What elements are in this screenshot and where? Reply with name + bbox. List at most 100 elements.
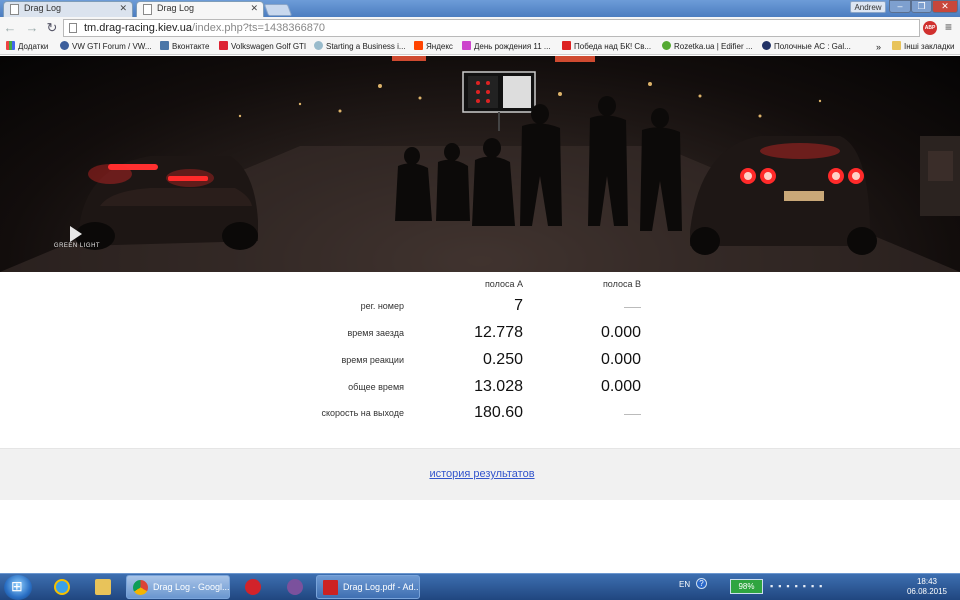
tab-title: Drag Log <box>157 3 195 13</box>
adblock-icon[interactable]: ABP <box>923 21 937 35</box>
site-icon <box>762 41 771 50</box>
row-label-run-time: время заезда <box>347 328 404 338</box>
close-window-button[interactable]: ✕ <box>932 0 958 13</box>
bookmark-label: День рождения 11 ... <box>474 42 551 51</box>
tab-drag-log-1[interactable]: Drag Log ✕ <box>3 1 133 17</box>
bookmark-item[interactable]: Победа над БК! Св... <box>562 41 651 53</box>
lane-b-total-time: 0.000 <box>600 378 641 395</box>
lane-b-exit-speed-empty <box>624 414 641 415</box>
tab-title: Drag Log <box>24 3 62 13</box>
browser-titlebar: Drag Log ✕ Drag Log ✕ Andrew – ❐ ✕ <box>0 0 960 17</box>
results-table: полоса А полоса В рег. номер 7 время зае… <box>0 272 960 448</box>
bookmark-item[interactable]: Rozetka.ua | Edifier ... <box>662 41 753 53</box>
url-path: /index.php?ts=1438366870 <box>192 22 326 34</box>
bookmark-label: Volkswagen Golf GTI <box>231 42 307 51</box>
lane-b-reg-number-empty <box>624 307 641 308</box>
folder-icon <box>892 41 901 50</box>
taskbar-task-chrome[interactable]: Drag Log - Googl... <box>126 575 230 599</box>
header-banner-photo <box>0 56 960 272</box>
bookmark-item[interactable]: Starting a Business i... <box>314 41 406 53</box>
task-title: Drag Log - Googl... <box>153 582 230 592</box>
minimize-button[interactable]: – <box>889 0 911 13</box>
bookmark-label: Інші закладки <box>904 42 955 51</box>
close-icon[interactable]: ✕ <box>119 3 127 14</box>
battery-indicator[interactable]: 98% <box>730 579 763 594</box>
forward-arrow-icon[interactable]: → <box>24 20 40 36</box>
green-light-logo: GREEN LIGHT <box>53 243 101 249</box>
task-title: Drag Log.pdf - Ad... <box>343 582 420 592</box>
bookmark-label: Rozetka.ua | Edifier ... <box>674 42 753 51</box>
help-icon[interactable]: ? <box>696 578 707 589</box>
bookmark-label: Вконтакте <box>172 42 210 51</box>
start-button[interactable] <box>4 575 32 600</box>
page-icon <box>143 4 152 15</box>
browser-toolbar: ← → ↻ tm.drag-racing.kiev.ua/index.php?t… <box>0 17 960 39</box>
lane-a-reg-number: 7 <box>514 297 523 314</box>
bookmark-label: VW GTI Forum / VW... <box>72 42 152 51</box>
lane-a-run-time: 12.778 <box>474 324 523 341</box>
menu-icon[interactable]: ≡ <box>945 20 952 34</box>
bookmark-item[interactable]: День рождения 11 ... <box>462 41 551 53</box>
url-host: tm.drag-racing.kiev.ua <box>84 22 193 34</box>
chrome-icon <box>133 580 148 595</box>
lane-b-run-time: 0.000 <box>600 324 641 341</box>
language-indicator[interactable]: EN <box>679 580 690 589</box>
page-icon <box>69 23 77 33</box>
bookmark-label: Starting a Business i... <box>326 42 406 51</box>
windows-taskbar: Drag Log - Googl... Drag Log.pdf - Ad...… <box>0 573 960 600</box>
bookmark-label: Победа над БК! Св... <box>574 42 652 51</box>
bookmarks-more-button[interactable]: » <box>876 41 881 53</box>
maximize-button[interactable]: ❐ <box>911 0 932 13</box>
row-label-exit-speed: скорость на выходе <box>321 408 404 418</box>
tray-icons[interactable]: ▪▪▪▪▪▪▪ <box>770 581 827 591</box>
viber-icon[interactable] <box>278 576 312 599</box>
bookmarks-bar: Додатки VW GTI Forum / VW... Вконтакте V… <box>0 39 960 55</box>
bookmark-item[interactable]: Яндекс <box>414 41 453 53</box>
lane-a-total-time: 13.028 <box>474 378 523 395</box>
opera-icon[interactable] <box>236 576 270 599</box>
bookmark-item[interactable]: Полочные АС : Gal... <box>762 41 851 53</box>
site-icon <box>314 41 323 50</box>
bookmark-label: Полочные АС : Gal... <box>774 42 851 51</box>
results-history-link[interactable]: история результатов <box>0 468 960 480</box>
bookmark-item[interactable]: Вконтакте <box>160 41 209 53</box>
drag-race-night-scene <box>0 56 960 272</box>
other-bookmarks-folder[interactable]: Інші закладки <box>892 41 955 53</box>
address-bar[interactable]: tm.drag-racing.kiev.ua/index.php?ts=1438… <box>63 19 920 37</box>
row-label-reg-number: рег. номер <box>360 301 404 311</box>
yandex-icon <box>414 41 423 50</box>
lane-a-header: полоса А <box>484 279 523 289</box>
lane-b-reaction-time: 0.000 <box>600 351 641 368</box>
close-icon[interactable]: ✕ <box>250 3 258 14</box>
vk-icon <box>160 41 169 50</box>
system-clock[interactable]: 18:43 06.08.2015 <box>900 577 954 597</box>
drive2-icon <box>219 41 228 50</box>
bookmark-item[interactable]: Volkswagen Golf GTI <box>219 41 306 53</box>
bookmark-label: Додатки <box>18 42 49 51</box>
page-footer: история результатов <box>0 448 960 500</box>
new-tab-button[interactable] <box>263 4 293 16</box>
bookmark-item[interactable]: VW GTI Forum / VW... <box>60 41 152 53</box>
page-icon <box>10 4 19 15</box>
bookmark-apps[interactable]: Додатки <box>6 41 48 53</box>
file-explorer-icon[interactable] <box>86 576 120 599</box>
taskbar-task-acrobat[interactable]: Drag Log.pdf - Ad... <box>316 575 420 599</box>
bookmark-label: Яндекс <box>426 42 453 51</box>
clock-date: 06.08.2015 <box>906 587 948 596</box>
puzzle-icon <box>462 41 471 50</box>
user-profile-button[interactable]: Andrew <box>850 1 886 13</box>
lane-a-reaction-time: 0.250 <box>482 351 523 368</box>
pdf-icon <box>323 580 338 595</box>
row-label-total-time: общее время <box>348 382 404 392</box>
internet-explorer-icon[interactable] <box>45 576 79 599</box>
clock-time: 18:43 <box>916 577 938 586</box>
lane-a-exit-speed: 180.60 <box>474 404 523 421</box>
lane-b-header: полоса В <box>602 279 641 289</box>
drive2-icon <box>562 41 571 50</box>
tab-drag-log-2[interactable]: Drag Log ✕ <box>136 1 264 17</box>
reload-icon[interactable]: ↻ <box>44 20 60 36</box>
vw-icon <box>60 41 69 50</box>
back-arrow-icon[interactable]: ← <box>2 20 18 36</box>
rozetka-icon <box>662 41 671 50</box>
row-label-reaction-time: время реакции <box>341 355 404 365</box>
